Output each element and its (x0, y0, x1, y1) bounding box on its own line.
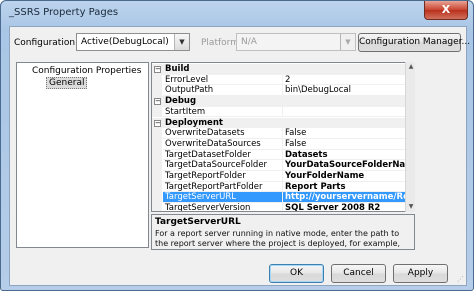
row-gutter (152, 138, 162, 150)
configuration-manager-button[interactable]: Configuration Manager... (358, 33, 470, 52)
property-row[interactable]: StartItem (152, 106, 414, 118)
property-value[interactable]: YourFolderName (283, 171, 414, 182)
property-row[interactable]: TargetDatasetFolder Datasets (152, 149, 414, 161)
property-name[interactable]: TargetDatasetFolder (163, 149, 283, 161)
row-gutter (152, 149, 162, 161)
tree-item-configuration-properties[interactable]: Configuration Properties (32, 66, 141, 76)
description-title: TargetServerURL (155, 217, 241, 227)
platform-dropdown[interactable]: N/A ▼ (236, 33, 356, 51)
property-row[interactable]: TargetServerVersion SQL Server 2008 R2 (152, 203, 414, 211)
collapse-icon[interactable]: − (154, 98, 161, 106)
category-row-debug[interactable]: − Debug (152, 96, 414, 107)
property-name[interactable]: OverwriteDataSources (163, 138, 283, 150)
row-gutter (152, 171, 162, 182)
property-value[interactable]: http://yourservername/ReportServer (283, 192, 414, 204)
chevron-down-icon[interactable]: ▼ (340, 34, 355, 50)
property-value[interactable]: False (283, 128, 414, 139)
configuration-dropdown[interactable]: Active(DebugLocal) ▼ (76, 33, 190, 51)
property-row[interactable]: OutputPath bin\DebugLocal (152, 85, 414, 97)
scroll-down-icon[interactable]: ▼ (406, 202, 416, 212)
property-row[interactable]: TargetReportPartFolder Report Parts (152, 181, 414, 193)
platform-value: N/A (241, 37, 257, 47)
property-name[interactable]: ErrorLevel (163, 74, 283, 86)
ok-button[interactable]: OK (269, 264, 324, 283)
configuration-label: Configuration: (14, 38, 79, 48)
description-text: For a report server running in native mo… (155, 229, 401, 249)
row-gutter (152, 85, 162, 97)
properties-tree: Configuration Properties General (16, 62, 149, 248)
property-name[interactable]: TargetReportPartFolder (163, 181, 283, 193)
property-value[interactable]: YourDataSourceFolderName (283, 160, 414, 171)
row-gutter (152, 160, 162, 171)
property-name[interactable]: TargetServerURL (163, 192, 283, 204)
property-value[interactable]: bin\DebugLocal (283, 85, 414, 97)
property-name[interactable]: OverwriteDatasets (163, 128, 283, 139)
property-row[interactable]: TargetReportFolder YourFolderName (152, 171, 414, 182)
row-gutter (152, 203, 162, 211)
row-gutter (152, 192, 162, 204)
collapse-icon[interactable]: − (154, 66, 161, 73)
property-grid-scrollbar[interactable]: ▲ ▼ (405, 62, 415, 212)
scroll-up-icon[interactable]: ▲ (406, 62, 416, 72)
property-name[interactable]: TargetReportFolder (163, 171, 283, 182)
property-pages-window: _SSRS Property Pages X Configuration: Ac… (0, 0, 474, 291)
property-value[interactable]: 2 (283, 75, 414, 86)
chevron-down-icon[interactable]: ▼ (174, 34, 189, 50)
category-row-deployment[interactable]: − Deployment (152, 117, 414, 129)
property-row[interactable]: ErrorLevel 2 (152, 74, 414, 86)
property-value[interactable] (283, 107, 414, 118)
row-gutter (152, 74, 162, 86)
title-bar[interactable]: _SSRS Property Pages X (1, 1, 473, 25)
row-gutter (152, 106, 162, 118)
window-title: _SSRS Property Pages (9, 7, 119, 18)
property-row[interactable]: TargetServerURL http://yourservername/Rep… (152, 192, 414, 204)
property-row[interactable]: OverwriteDatasets False (152, 128, 414, 139)
property-name[interactable]: StartItem (163, 106, 283, 118)
configuration-value: Active(DebugLocal) (81, 37, 169, 47)
property-value[interactable]: Report Parts (283, 182, 414, 193)
category-label: Deployment (165, 117, 223, 128)
property-name[interactable]: TargetServerVersion (163, 203, 283, 211)
property-value[interactable]: SQL Server 2008 R2 (283, 203, 414, 211)
apply-button[interactable]: Apply (393, 264, 448, 283)
category-label: Build (165, 64, 190, 74)
category-row-build[interactable]: − Build (152, 64, 414, 75)
row-gutter (152, 128, 162, 139)
property-grid: − Build ErrorLevel 2 OutputPath bin\DebugLoca… (151, 62, 415, 212)
tree-item-general[interactable]: General (46, 77, 88, 89)
collapse-icon[interactable]: − (154, 119, 161, 127)
dialog-client-area: Configuration: Active(DebugLocal) ▼ Plat… (9, 26, 470, 286)
row-gutter (152, 181, 162, 193)
property-name[interactable]: TargetDataSourceFolder (163, 160, 283, 171)
cancel-button[interactable]: Cancel (331, 264, 386, 283)
property-description-pane: TargetServerURL For a report server runn… (151, 214, 415, 250)
resize-grip-icon[interactable]: ⋰ (457, 275, 467, 285)
property-row[interactable]: OverwriteDataSources False (152, 138, 414, 150)
property-value[interactable]: Datasets (283, 150, 414, 161)
property-name[interactable]: OutputPath (163, 85, 283, 97)
category-label: Debug (165, 96, 197, 107)
close-button[interactable]: X (424, 1, 468, 20)
property-value[interactable]: False (283, 139, 414, 150)
property-row[interactable]: TargetDataSourceFolder YourDataSourceFold… (152, 160, 414, 171)
